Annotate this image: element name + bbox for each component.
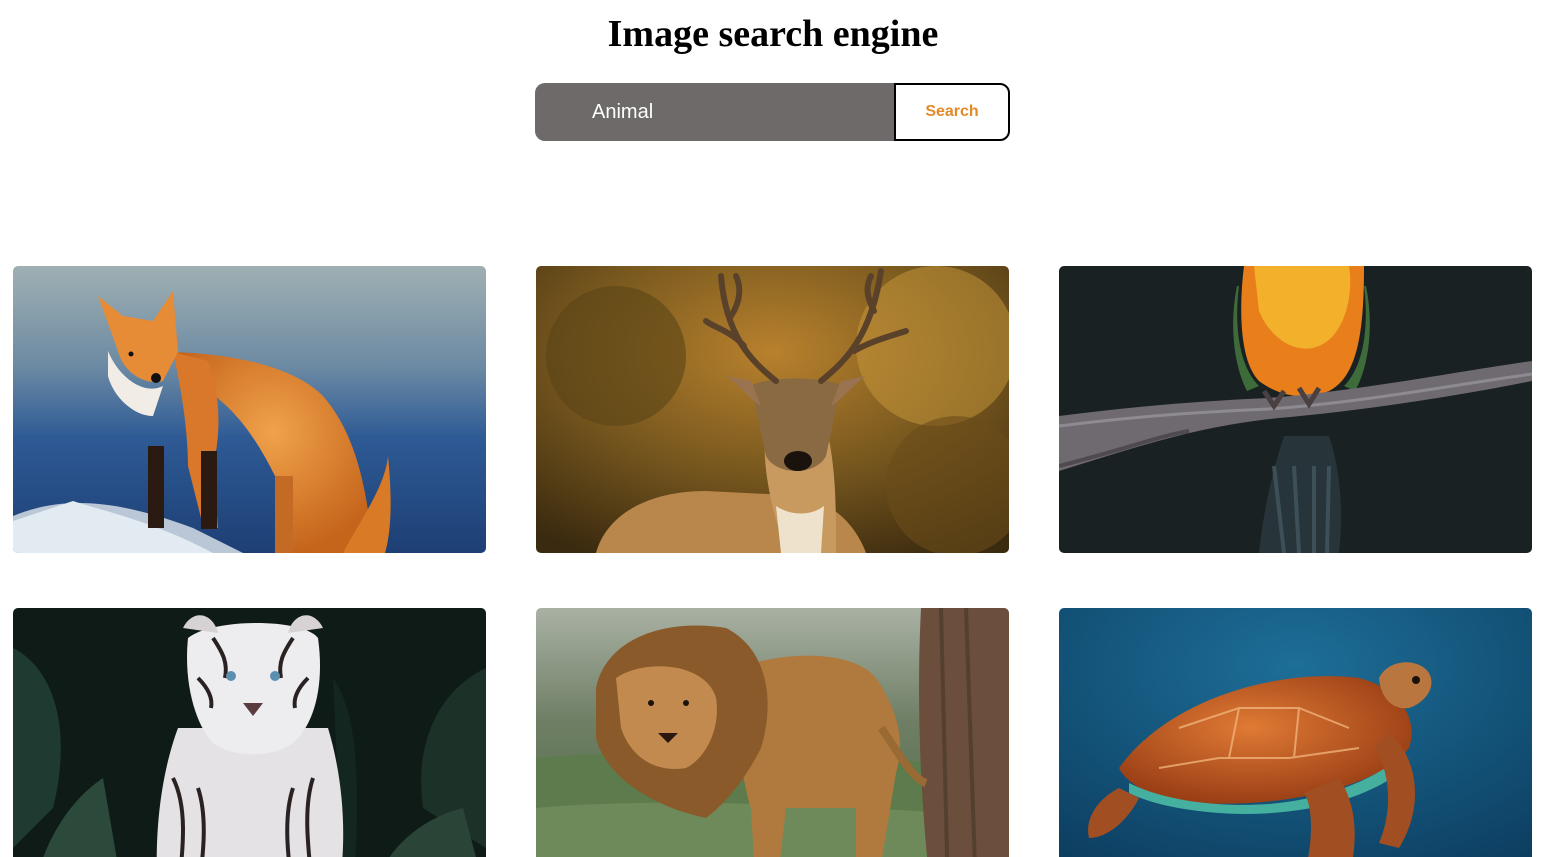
result-image-tiger[interactable] [13, 608, 486, 857]
lion-image [536, 608, 1009, 857]
turtle-image [1059, 608, 1532, 857]
search-input[interactable] [535, 83, 894, 141]
parrot-image [1059, 266, 1532, 553]
fox-image [13, 266, 486, 553]
result-image-deer[interactable] [536, 266, 1009, 553]
search-form: Search [535, 83, 1010, 141]
tiger-image [13, 608, 486, 857]
search-button[interactable]: Search [894, 83, 1010, 141]
result-image-parrot[interactable] [1059, 266, 1532, 553]
results-grid [13, 266, 1532, 857]
page: Image search engine Search [0, 0, 1546, 857]
result-image-turtle[interactable] [1059, 608, 1532, 857]
result-image-lion[interactable] [536, 608, 1009, 857]
deer-image [536, 266, 1009, 553]
result-image-fox[interactable] [13, 266, 486, 553]
page-title: Image search engine [607, 13, 939, 55]
